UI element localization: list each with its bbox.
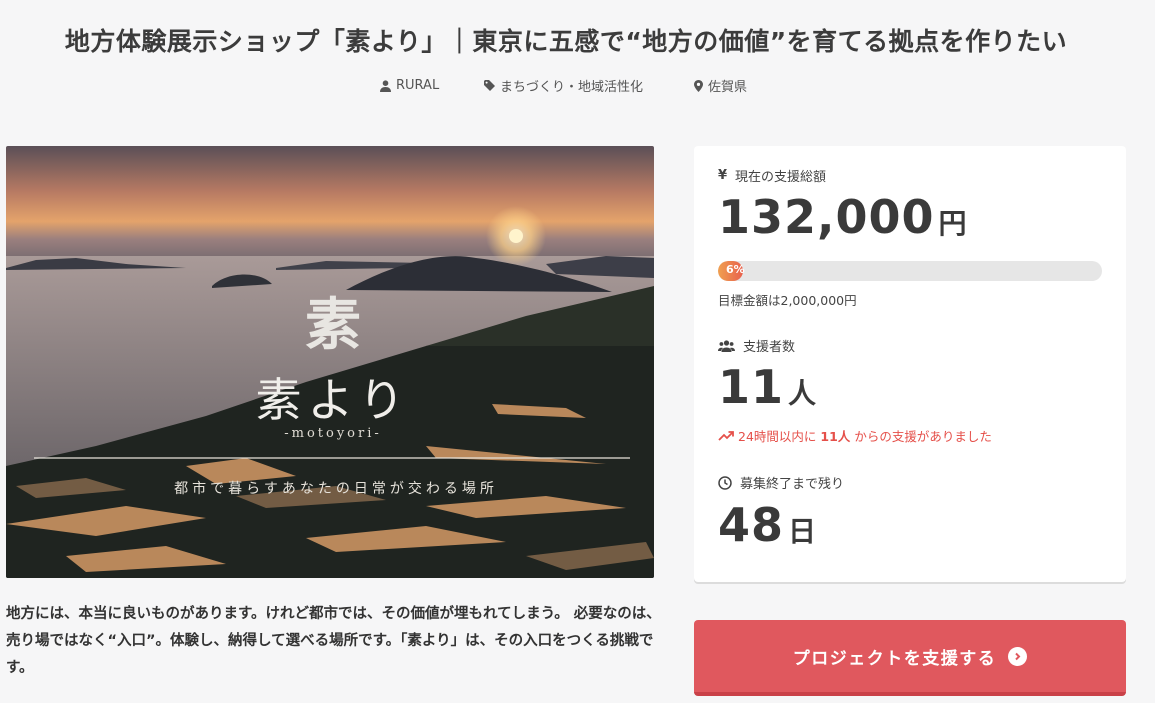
hero-logo-mark: 素 bbox=[305, 292, 361, 358]
hero-tagline: 都市で暮らすあなたの日常が交わる場所 bbox=[174, 480, 498, 497]
amount-label: ¥ 現在の支援総額 bbox=[718, 168, 827, 185]
owner-name: RURAL bbox=[396, 78, 440, 93]
pin-icon bbox=[694, 79, 703, 92]
support-project-button[interactable]: プロジェクトを支援する bbox=[694, 620, 1126, 696]
location-name: 佐賀県 bbox=[708, 80, 748, 95]
category-name: まちづくり・地域活性化 bbox=[500, 80, 644, 95]
supporters-label: 支援者数 bbox=[718, 336, 795, 355]
clock-icon bbox=[718, 475, 732, 490]
owner-link[interactable]: RURAL bbox=[380, 76, 484, 95]
location-link[interactable]: 佐賀県 bbox=[694, 76, 747, 95]
user-icon bbox=[380, 79, 391, 92]
yen-icon: ¥ bbox=[718, 168, 728, 183]
progress-bar: 6% bbox=[718, 261, 1102, 281]
hero-brand-name: 素より bbox=[255, 373, 410, 427]
chevron-circle-right-icon bbox=[1008, 646, 1028, 666]
progress-percent: 6% bbox=[726, 263, 745, 276]
category-link[interactable]: まちづくり・地域活性化 bbox=[484, 76, 694, 95]
hero-romaji: -motoyori- bbox=[284, 426, 382, 441]
project-meta: RURAL まちづくり・地域活性化 佐賀県 bbox=[380, 76, 747, 95]
project-hero-image: 素 素より -motoyori- 都市で暮らすあなたの日常が交わる場所 bbox=[6, 146, 654, 578]
supporters-value: 11 人 bbox=[718, 360, 818, 414]
recent-support-notice: 24時間以内に 11人 からの支援がありました bbox=[718, 426, 992, 445]
tag-icon bbox=[484, 80, 495, 91]
project-description: 地方には、本当に良いものがあります。けれど都市では、その価値が埋もれてしまう。 … bbox=[6, 606, 661, 676]
goal-amount: 目標金額は2,000,000円 bbox=[718, 293, 857, 308]
amount-value: 132,000 円 bbox=[718, 190, 968, 244]
progress-fill: 6% bbox=[718, 261, 745, 281]
trend-up-icon bbox=[718, 430, 734, 441]
users-icon bbox=[718, 339, 735, 352]
support-button-label: プロジェクトを支援する bbox=[792, 648, 997, 669]
remaining-label: 募集終了まで残り bbox=[718, 473, 844, 492]
funding-card: ¥ 現在の支援総額 132,000 円 6% 目標金額は2,000,000円 支援… bbox=[694, 146, 1126, 582]
project-title: 地方体験展示ショップ「素より」｜東京に五感で“地方の価値”を育てる拠点を作りたい bbox=[64, 27, 1068, 56]
remaining-value: 48 日 bbox=[718, 498, 818, 552]
